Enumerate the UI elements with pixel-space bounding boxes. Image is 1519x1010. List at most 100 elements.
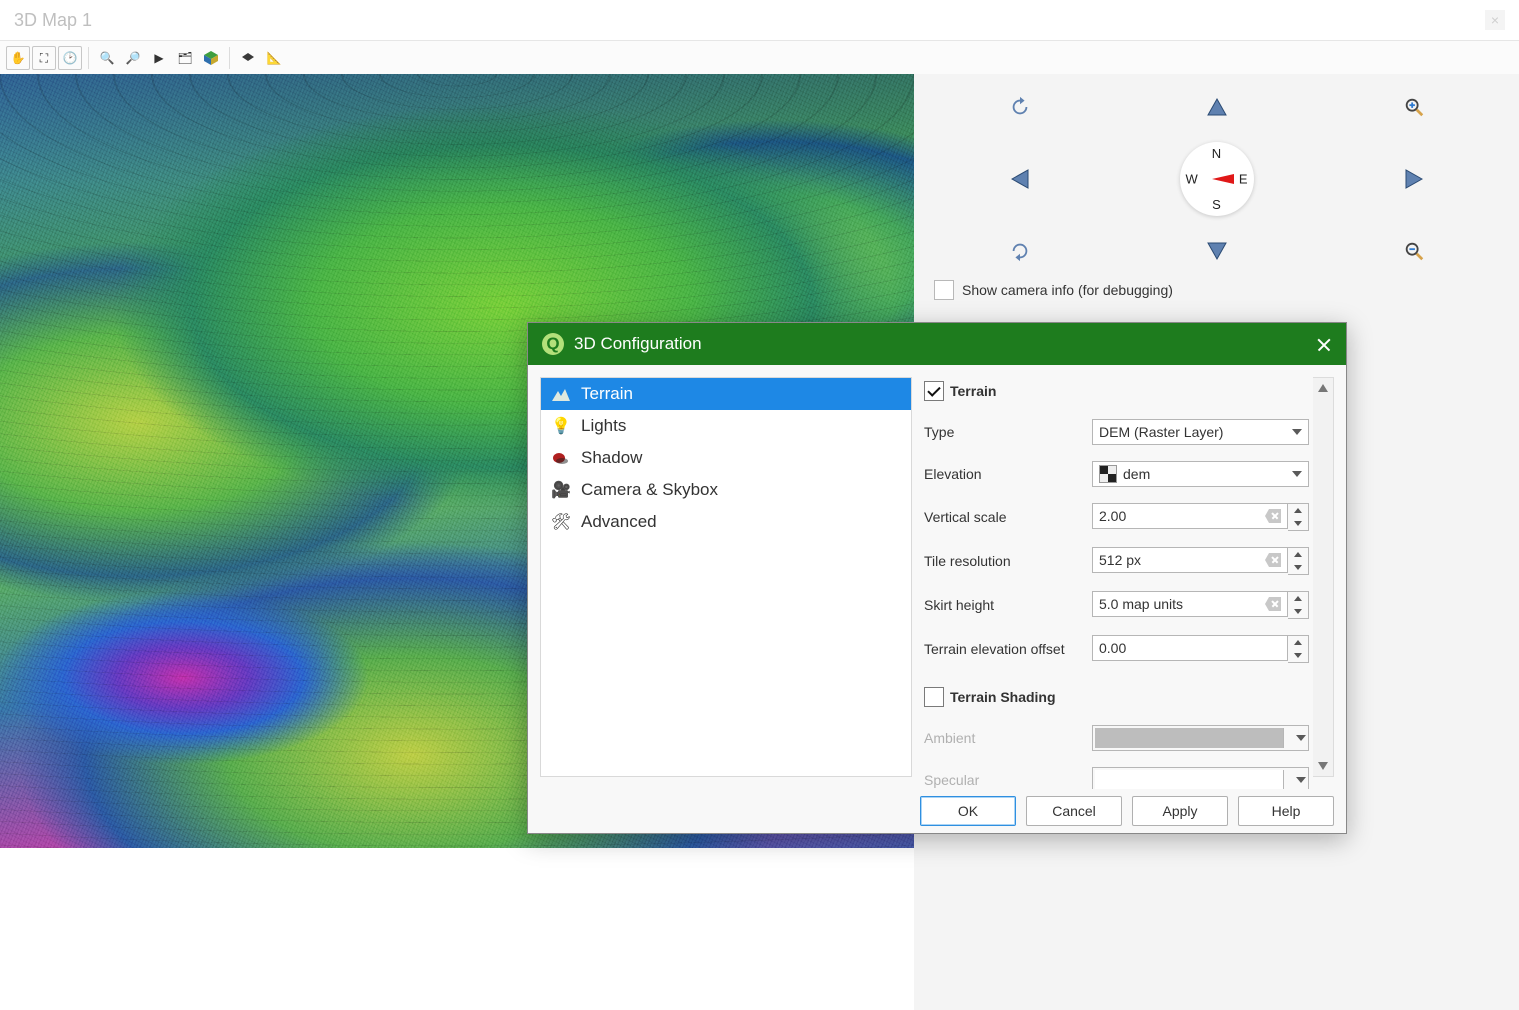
category-camera[interactable]: 🎥 Camera & Skybox bbox=[541, 474, 911, 506]
eoffset-spinner[interactable] bbox=[1288, 635, 1309, 663]
type-value: DEM (Raster Layer) bbox=[1099, 424, 1223, 440]
field-vertical-scale: Vertical scale 2.00 bbox=[924, 497, 1309, 537]
window-title: 3D Map 1 bbox=[14, 10, 92, 31]
pan-up-button[interactable] bbox=[1204, 94, 1230, 120]
elevation-value: dem bbox=[1123, 466, 1150, 482]
category-label: Shadow bbox=[581, 448, 642, 468]
category-advanced[interactable]: 🛠 Advanced bbox=[541, 506, 911, 538]
category-lights[interactable]: 💡 Lights bbox=[541, 410, 911, 442]
type-label: Type bbox=[924, 424, 1092, 440]
toolbar-separator bbox=[88, 47, 89, 69]
ambient-color[interactable] bbox=[1092, 725, 1309, 751]
category-terrain[interactable]: Terrain bbox=[541, 378, 911, 410]
show-camera-info-row: Show camera info (for debugging) bbox=[934, 280, 1499, 300]
specular-color[interactable] bbox=[1092, 767, 1309, 789]
basemap-icon[interactable] bbox=[236, 46, 260, 70]
close-button[interactable]: × bbox=[1485, 10, 1505, 30]
chevron-down-icon bbox=[1296, 777, 1306, 783]
terrain-section-checkbox[interactable] bbox=[924, 381, 944, 401]
chevron-down-icon bbox=[1296, 735, 1306, 741]
clock-icon[interactable]: 🕑 bbox=[58, 46, 82, 70]
tileres-label: Tile resolution bbox=[924, 553, 1092, 569]
measure-icon[interactable]: 📐 bbox=[262, 46, 286, 70]
play-icon[interactable]: ▶ bbox=[147, 46, 171, 70]
elevation-combo[interactable]: dem bbox=[1092, 461, 1309, 487]
vscale-value: 2.00 bbox=[1099, 508, 1126, 524]
zoom-out-button[interactable] bbox=[1401, 238, 1427, 264]
chevron-down-icon bbox=[1292, 429, 1302, 435]
hand-icon[interactable]: ✋ bbox=[6, 46, 30, 70]
ok-button[interactable]: OK bbox=[920, 796, 1016, 826]
form-pane: Terrain Type DEM (Raster Layer) Elevatio… bbox=[924, 377, 1334, 777]
shadow-icon bbox=[551, 448, 571, 468]
shading-section-checkbox[interactable] bbox=[924, 687, 944, 707]
field-specular: Specular bbox=[924, 761, 1309, 789]
vscale-spinner[interactable] bbox=[1288, 503, 1309, 531]
lightbulb-icon: 💡 bbox=[551, 416, 571, 436]
chevron-down-icon bbox=[1292, 471, 1302, 477]
dialog-titlebar[interactable]: Q 3D Configuration bbox=[528, 323, 1346, 365]
wrench-icon: 🛠 bbox=[551, 512, 571, 532]
zoom-in-button[interactable] bbox=[1401, 94, 1427, 120]
resize-icon[interactable]: ⛶ bbox=[32, 46, 56, 70]
dialog-close-button[interactable] bbox=[1316, 336, 1332, 352]
help-button[interactable]: Help bbox=[1238, 796, 1334, 826]
eoffset-value: 0.00 bbox=[1099, 640, 1126, 656]
clear-icon[interactable] bbox=[1265, 509, 1281, 523]
field-elevation: Elevation dem bbox=[924, 455, 1309, 493]
vscale-label: Vertical scale bbox=[924, 509, 1092, 525]
terrain-icon bbox=[551, 384, 571, 404]
specular-label: Specular bbox=[924, 772, 1092, 788]
cancel-button[interactable]: Cancel bbox=[1026, 796, 1122, 826]
field-ambient: Ambient bbox=[924, 719, 1309, 757]
qgis-icon: Q bbox=[542, 333, 564, 355]
dialog-body: Terrain 💡 Lights Shadow 🎥 Camera & Skybo… bbox=[528, 365, 1346, 789]
apply-button[interactable]: Apply bbox=[1132, 796, 1228, 826]
compass-n: N bbox=[1212, 146, 1221, 161]
toolbar-separator bbox=[229, 47, 230, 69]
category-label: Camera & Skybox bbox=[581, 480, 718, 500]
clear-icon[interactable] bbox=[1265, 597, 1281, 611]
category-list: Terrain 💡 Lights Shadow 🎥 Camera & Skybo… bbox=[540, 377, 912, 777]
rotate-cw-button[interactable] bbox=[1007, 238, 1033, 264]
pan-down-button[interactable] bbox=[1204, 238, 1230, 264]
compass-w: W bbox=[1186, 172, 1198, 187]
pan-left-button[interactable] bbox=[1007, 166, 1033, 192]
type-combo[interactable]: DEM (Raster Layer) bbox=[1092, 419, 1309, 445]
vscale-input[interactable]: 2.00 bbox=[1092, 503, 1288, 529]
pan-right-button[interactable] bbox=[1401, 166, 1427, 192]
shading-section-title: Terrain Shading bbox=[950, 689, 1056, 705]
field-tile-resolution: Tile resolution 512 px bbox=[924, 541, 1309, 581]
camera-icon: 🎥 bbox=[551, 480, 571, 500]
cube-icon[interactable] bbox=[199, 46, 223, 70]
skirt-label: Skirt height bbox=[924, 597, 1092, 613]
show-camera-info-checkbox[interactable] bbox=[934, 280, 954, 300]
category-label: Advanced bbox=[581, 512, 657, 532]
zoom-extent-icon[interactable]: 🔍 bbox=[95, 46, 119, 70]
field-type: Type DEM (Raster Layer) bbox=[924, 413, 1309, 451]
dialog-title: 3D Configuration bbox=[574, 334, 702, 354]
toolbar: ✋ ⛶ 🕑 🔍 🔎 ▶ 🗂 📐 bbox=[0, 41, 1519, 76]
tileres-spinner[interactable] bbox=[1288, 547, 1309, 575]
tileres-input[interactable]: 512 px bbox=[1092, 547, 1288, 573]
category-label: Terrain bbox=[581, 384, 633, 404]
compass[interactable]: N E S W bbox=[1180, 142, 1254, 216]
zoom-layer-icon[interactable]: 🔎 bbox=[121, 46, 145, 70]
skirt-input[interactable]: 5.0 map units bbox=[1092, 591, 1288, 617]
terrain-section-header: Terrain bbox=[924, 377, 1309, 409]
elevation-label: Elevation bbox=[924, 466, 1092, 482]
compass-e: E bbox=[1239, 172, 1248, 187]
tileres-value: 512 px bbox=[1099, 552, 1141, 568]
skirt-spinner[interactable] bbox=[1288, 591, 1309, 619]
clear-icon[interactable] bbox=[1265, 553, 1281, 567]
eoffset-input[interactable]: 0.00 bbox=[1092, 635, 1288, 661]
skirt-value: 5.0 map units bbox=[1099, 596, 1183, 612]
eoffset-label: Terrain elevation offset bbox=[924, 641, 1092, 657]
layers-icon[interactable]: 🗂 bbox=[173, 46, 197, 70]
compass-needle bbox=[1212, 174, 1234, 184]
category-label: Lights bbox=[581, 416, 626, 436]
form-scrollbar[interactable] bbox=[1313, 377, 1334, 777]
category-shadow[interactable]: Shadow bbox=[541, 442, 911, 474]
field-elevation-offset: Terrain elevation offset 0.00 bbox=[924, 629, 1309, 669]
rotate-ccw-button[interactable] bbox=[1007, 94, 1033, 120]
